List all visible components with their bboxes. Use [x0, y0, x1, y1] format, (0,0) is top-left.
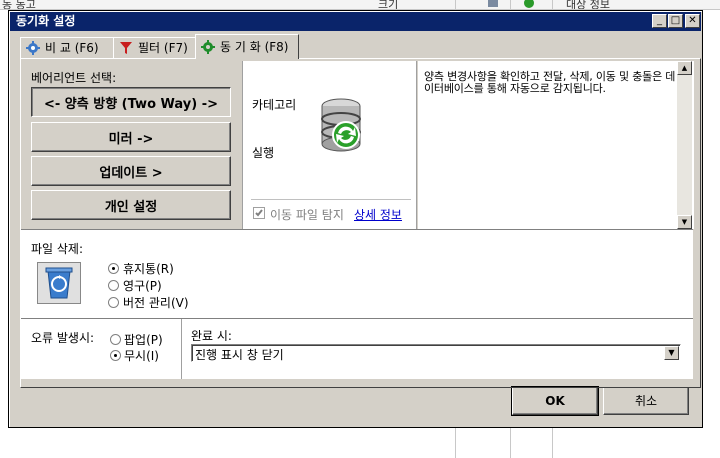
tab-compare-label: 비 교 (F6): [45, 41, 99, 55]
ok-button[interactable]: OK: [511, 386, 599, 416]
background-sync-icon: [524, 0, 534, 8]
tab-compare[interactable]: 비 교 (F6): [20, 37, 114, 58]
gear-icon: [26, 41, 40, 55]
sync-settings-dialog: 동기화 설정 _ □ ✕ 비 교 (F6) 필터 (F7) 동 기 화 (F8)…: [8, 10, 703, 428]
filter-funnel-icon: [120, 42, 132, 54]
tab-filter[interactable]: 필터 (F7): [113, 37, 197, 58]
tab-synchronize[interactable]: 동 기 화 (F8): [195, 34, 299, 59]
background-app-strip: 동 동고 크기 대상 정보: [0, 0, 720, 10]
tab-filter-label: 필터 (F7): [138, 41, 188, 55]
cancel-button[interactable]: 취소: [603, 387, 689, 415]
tab-synchronize-label: 동 기 화 (F8): [220, 40, 289, 54]
tab-panel: [20, 58, 701, 388]
background-column-line: [455, 428, 456, 458]
background-text-left: 동 동고: [2, 0, 36, 10]
maximize-button[interactable]: □: [668, 14, 683, 28]
background-text-right: 대상 정보: [566, 0, 610, 10]
background-column-line: [510, 428, 511, 458]
window-title: 동기화 설정: [16, 14, 76, 28]
background-text-mid: 크기: [378, 0, 399, 10]
title-bar[interactable]: 동기화 설정 _ □ ✕: [10, 12, 701, 31]
background-column-line: [552, 428, 553, 458]
gear-green-icon: [201, 40, 215, 54]
background-monitor-icon: [488, 0, 498, 7]
minimize-button[interactable]: _: [652, 14, 667, 28]
close-button[interactable]: ✕: [685, 14, 700, 28]
